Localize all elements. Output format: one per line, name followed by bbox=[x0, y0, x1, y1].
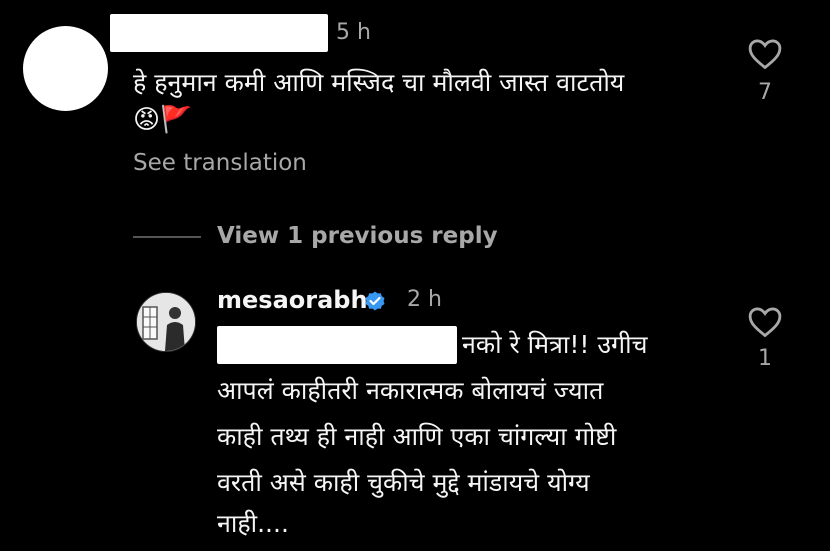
reply-text-line5: नाही.... bbox=[217, 509, 289, 538]
replies-divider bbox=[133, 236, 201, 238]
reply-time: 2 h bbox=[407, 287, 442, 312]
redacted-mention bbox=[217, 326, 457, 364]
heart-icon[interactable] bbox=[748, 38, 782, 70]
redacted-username bbox=[110, 14, 328, 52]
reply-text-line2: आपलं काहीतरी नकारात्मक बोलायचं ज्यात bbox=[217, 376, 604, 405]
avatar[interactable] bbox=[23, 26, 108, 111]
verified-badge-icon bbox=[363, 290, 387, 318]
comment-time: 5 h bbox=[336, 20, 371, 45]
reply-text-line1: नको रे मित्रा!! उगीच bbox=[462, 330, 648, 359]
reply-text-line4: वरती असे काही चुकीचे मुद्दे मांडायचे योग… bbox=[217, 468, 590, 497]
comment-like-count: 7 bbox=[758, 80, 772, 105]
reply-like-count: 1 bbox=[758, 346, 772, 371]
comment-emojis: 😡🚩 bbox=[133, 105, 193, 135]
reply-avatar[interactable] bbox=[136, 292, 196, 352]
reply-text-line3: काही तथ्य ही नाही आणि एका चांगल्या गोष्ट… bbox=[217, 422, 617, 451]
heart-icon[interactable] bbox=[748, 306, 782, 338]
view-previous-reply-button[interactable]: View 1 previous reply bbox=[217, 223, 498, 249]
see-translation-link[interactable]: See translation bbox=[133, 150, 307, 176]
reply-username[interactable]: mesaorabh bbox=[217, 286, 368, 314]
comment-text: हे हनुमान कमी आणि मस्जिद चा मौलवी जास्त … bbox=[133, 68, 625, 97]
